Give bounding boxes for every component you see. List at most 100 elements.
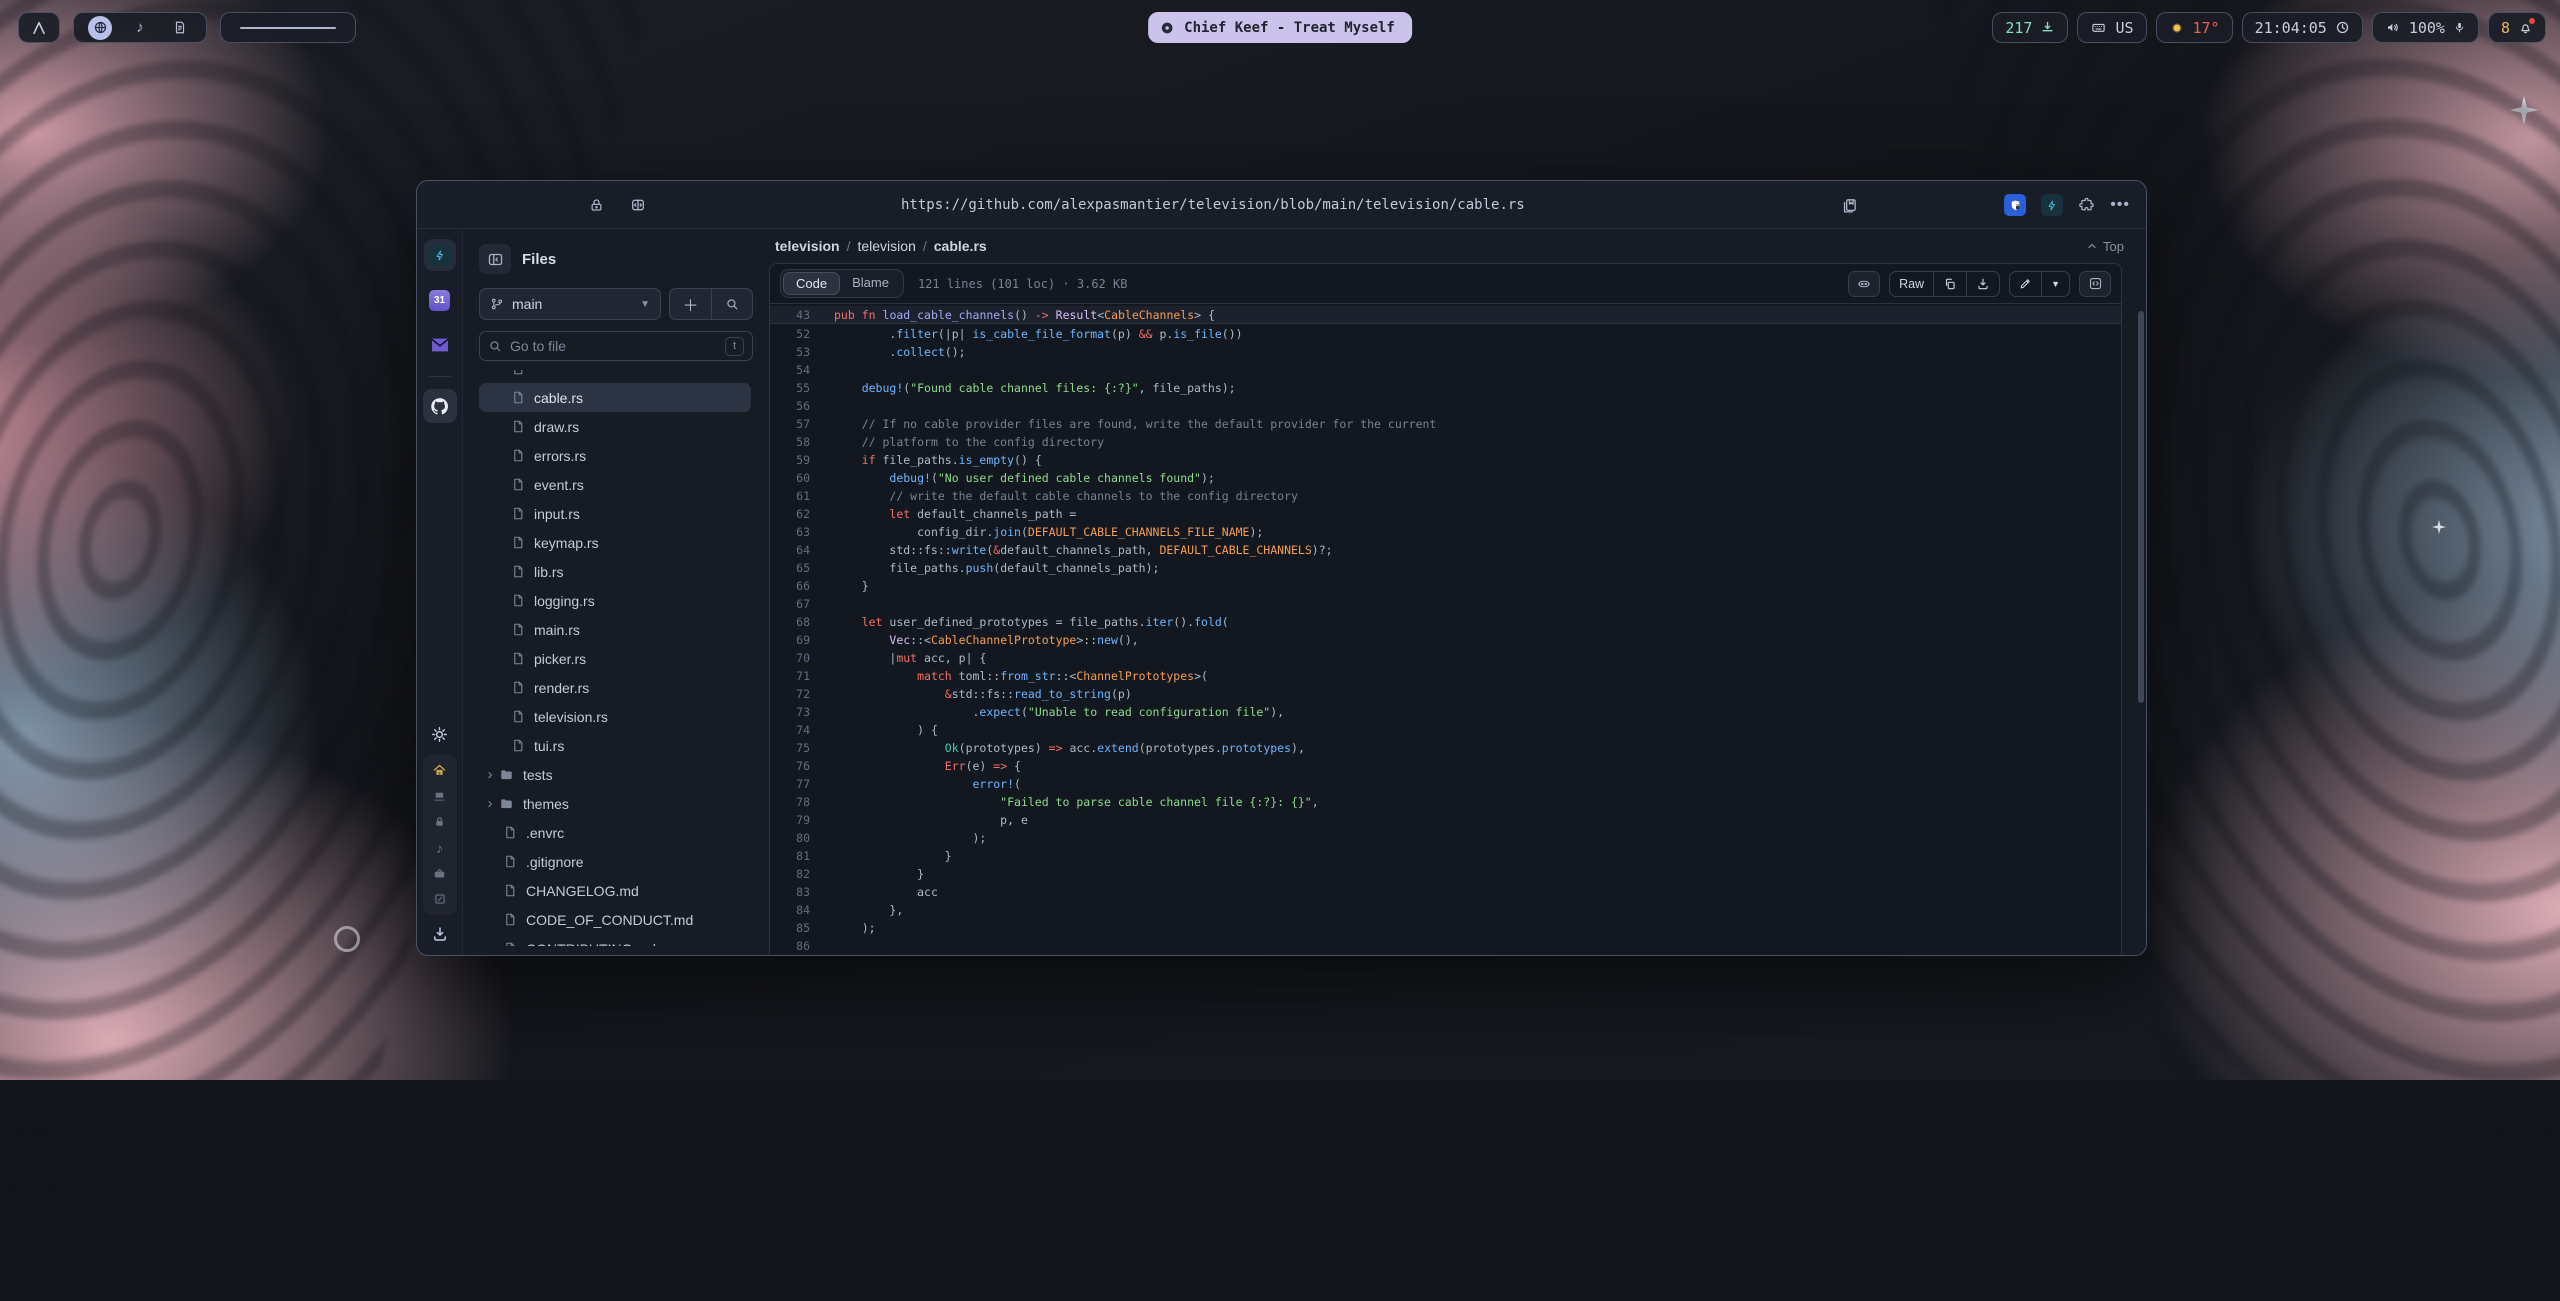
line-number[interactable]: 84: [770, 901, 810, 919]
search-tree-button[interactable]: [711, 289, 752, 319]
weather-pill[interactable]: 17°: [2156, 12, 2233, 43]
tree-item-draw.rs[interactable]: draw.rs: [479, 412, 751, 441]
line-number[interactable]: 70: [770, 649, 810, 667]
notifications-pill[interactable]: 8: [2488, 12, 2546, 43]
tree-item-.envrc[interactable]: .envrc: [479, 818, 751, 847]
line-number[interactable]: 69: [770, 631, 810, 649]
line-number[interactable]: 73: [770, 703, 810, 721]
active-tab-github[interactable]: [423, 389, 457, 423]
notes-icon[interactable]: [433, 892, 447, 906]
tree-item-CONTRIBUTING.md[interactable]: CONTRIBUTING.md: [479, 934, 751, 946]
edit-dropdown-button[interactable]: ▼: [2041, 272, 2069, 296]
go-to-file-input[interactable]: Go to file t: [479, 331, 753, 361]
keyboard-layout-pill[interactable]: US: [2077, 12, 2146, 43]
line-number[interactable]: 72: [770, 685, 810, 703]
line-number[interactable]: 58: [770, 433, 810, 451]
tree-item-event.rs[interactable]: event.rs: [479, 470, 751, 499]
line-number[interactable]: 81: [770, 847, 810, 865]
documents-app-icon[interactable]: [168, 16, 192, 40]
line-number[interactable]: 75: [770, 739, 810, 757]
tree-item-picker.rs[interactable]: picker.rs: [479, 644, 751, 673]
copilot-button[interactable]: [1848, 271, 1880, 297]
line-number[interactable]: 57: [770, 415, 810, 433]
split-view-icon[interactable]: [630, 197, 646, 213]
line-number[interactable]: 63: [770, 523, 810, 541]
padlock-icon[interactable]: [433, 815, 446, 829]
line-number[interactable]: 83: [770, 883, 810, 901]
back-to-top-link[interactable]: Top: [2086, 239, 2124, 254]
line-number[interactable]: 82: [770, 865, 810, 883]
tree-item-CODE_OF_CONDUCT.md[interactable]: CODE_OF_CONDUCT.md: [479, 905, 751, 934]
bitwarden-icon[interactable]: [2004, 194, 2026, 216]
line-number[interactable]: 79: [770, 811, 810, 829]
tab-code[interactable]: Code: [783, 272, 840, 295]
tab-blame[interactable]: Blame: [840, 272, 901, 295]
tree-item-partial[interactable]: [479, 370, 751, 383]
tree-item-render.rs[interactable]: render.rs: [479, 673, 751, 702]
breadcrumb-folder[interactable]: television: [857, 238, 915, 254]
raw-button[interactable]: Raw: [1890, 272, 1933, 296]
line-number[interactable]: 59: [770, 451, 810, 469]
line-number[interactable]: 80: [770, 829, 810, 847]
page-scrollbar-thumb[interactable]: [2138, 311, 2144, 703]
line-number[interactable]: 43: [770, 306, 810, 323]
briefcase-icon[interactable]: [432, 867, 447, 881]
line-number[interactable]: 74: [770, 721, 810, 739]
tree-item-keymap.rs[interactable]: keymap.rs: [479, 528, 751, 557]
line-number[interactable]: 60: [770, 469, 810, 487]
line-number[interactable]: 62: [770, 505, 810, 523]
essential-lightning-tab[interactable]: [424, 239, 456, 271]
download-tray-icon[interactable]: [431, 925, 449, 943]
line-number[interactable]: 78: [770, 793, 810, 811]
edit-pencil-button[interactable]: [2010, 272, 2041, 296]
line-number[interactable]: 76: [770, 757, 810, 775]
line-number[interactable]: 65: [770, 559, 810, 577]
line-number[interactable]: 53: [770, 343, 810, 361]
line-number[interactable]: 54: [770, 361, 810, 379]
browser-app-icon[interactable]: [88, 16, 112, 40]
media-player-pill[interactable]: Chief Keef - Treat Myself: [1148, 12, 1412, 43]
tree-item-television.rs[interactable]: television.rs: [479, 702, 751, 731]
tree-item-tests[interactable]: ›tests: [479, 760, 751, 789]
add-file-button[interactable]: ＋: [670, 289, 711, 319]
tree-item-themes[interactable]: ›themes: [479, 789, 751, 818]
extensions-puzzle-icon[interactable]: [2078, 197, 2095, 214]
essential-mail-tab[interactable]: [424, 329, 456, 361]
tree-item-tui.rs[interactable]: tui.rs: [479, 731, 751, 760]
music-note-icon[interactable]: ♪: [436, 840, 443, 856]
audio-pill[interactable]: 100%: [2372, 12, 2479, 43]
breadcrumb-repo[interactable]: television: [775, 238, 840, 254]
essential-calendar-tab[interactable]: 31: [424, 284, 456, 316]
lock-icon[interactable]: [589, 197, 604, 213]
tree-item-lib.rs[interactable]: lib.rs: [479, 557, 751, 586]
line-number[interactable]: 77: [770, 775, 810, 793]
laptop-icon[interactable]: [432, 789, 447, 804]
bookmarks-icon[interactable]: [1841, 197, 1858, 214]
line-number[interactable]: 68: [770, 613, 810, 631]
clock-pill[interactable]: 21:04:05: [2242, 12, 2363, 43]
focused-window-pill[interactable]: [220, 12, 356, 43]
line-number[interactable]: 61: [770, 487, 810, 505]
line-number[interactable]: 86: [770, 937, 810, 955]
tree-item-.gitignore[interactable]: .gitignore: [479, 847, 751, 876]
tree-item-main.rs[interactable]: main.rs: [479, 615, 751, 644]
launcher-button[interactable]: [18, 12, 60, 43]
line-number[interactable]: 56: [770, 397, 810, 415]
tree-item-cable.rs[interactable]: cable.rs: [479, 383, 751, 412]
symbols-panel-button[interactable]: [2079, 271, 2111, 297]
line-number[interactable]: 52: [770, 325, 810, 343]
line-number[interactable]: 64: [770, 541, 810, 559]
menu-dots-icon[interactable]: •••: [2110, 196, 2130, 214]
tree-item-errors.rs[interactable]: errors.rs: [479, 441, 751, 470]
url-bar[interactable]: https://github.com/alexpasmantier/televi…: [901, 181, 1525, 229]
branch-selector[interactable]: main ▼: [479, 288, 661, 320]
copy-button[interactable]: [1933, 272, 1966, 296]
line-number[interactable]: 55: [770, 379, 810, 397]
tree-item-logging.rs[interactable]: logging.rs: [479, 586, 751, 615]
download-button[interactable]: [1966, 272, 1999, 296]
gear-icon[interactable]: [430, 725, 449, 744]
line-number[interactable]: 67: [770, 595, 810, 613]
tree-item-input.rs[interactable]: input.rs: [479, 499, 751, 528]
tree-item-CHANGELOG.md[interactable]: CHANGELOG.md: [479, 876, 751, 905]
line-number[interactable]: 71: [770, 667, 810, 685]
